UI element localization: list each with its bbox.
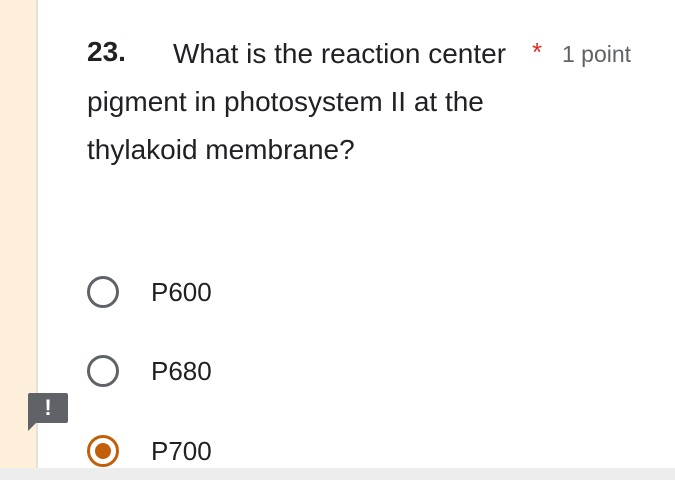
- option-label: P680: [151, 355, 212, 386]
- form-page: 23. What is the reaction center pigment …: [0, 0, 675, 480]
- radio-selected-dot: [95, 443, 111, 459]
- radio-button-selected[interactable]: [87, 435, 119, 467]
- bottom-bar: [0, 468, 675, 480]
- alert-icon-tail: [28, 423, 36, 431]
- option-p700[interactable]: P700: [87, 431, 212, 471]
- option-label: P700: [151, 435, 212, 466]
- radio-button[interactable]: [87, 355, 119, 387]
- option-label: P600: [151, 276, 212, 307]
- option-p680[interactable]: P680: [87, 351, 212, 391]
- question-text: What is the reaction center pigment in p…: [87, 38, 507, 165]
- question-points: 1 point: [562, 41, 632, 67]
- exclamation-icon: !: [44, 395, 52, 420]
- radio-button[interactable]: [87, 276, 119, 308]
- option-p600[interactable]: P600: [87, 272, 212, 312]
- required-asterisk: *: [532, 37, 543, 67]
